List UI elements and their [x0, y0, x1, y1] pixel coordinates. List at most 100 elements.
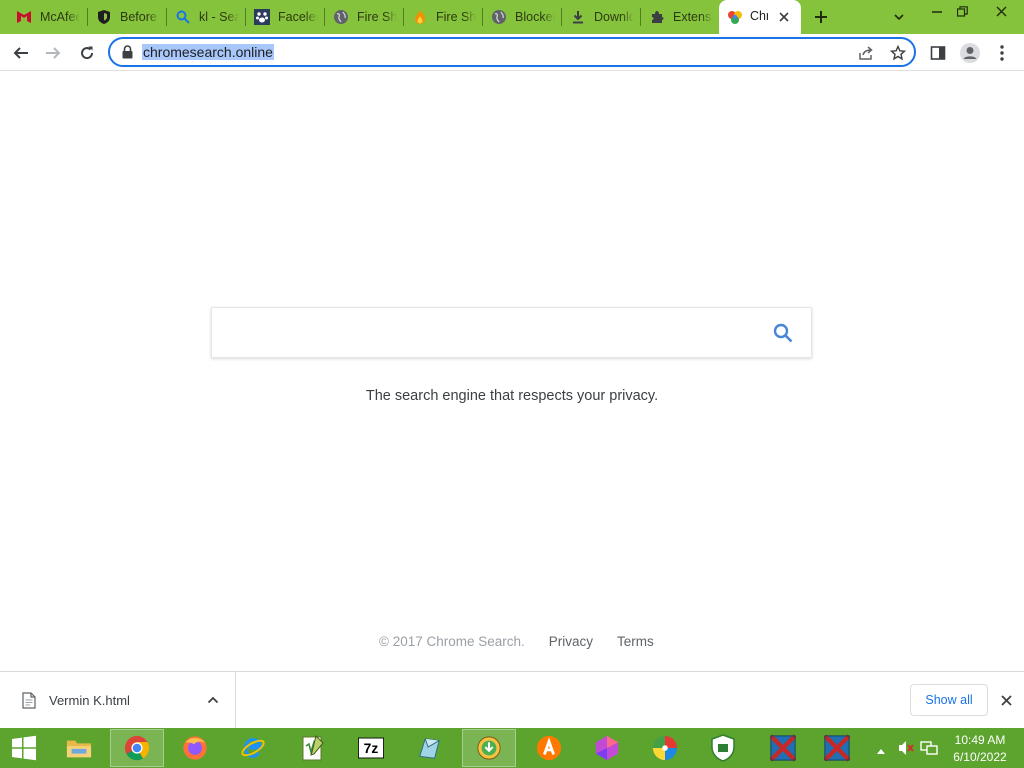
search-icon	[773, 323, 793, 343]
kebab-menu-icon	[1000, 45, 1004, 61]
side-panel-icon	[930, 46, 946, 60]
profile-button[interactable]	[955, 38, 985, 68]
tab-before[interactable]: Before	[88, 4, 166, 30]
taskbar-scratchpad[interactable]	[402, 729, 456, 767]
show-all-button[interactable]: Show all	[910, 684, 988, 716]
taskbar-firefox[interactable]	[168, 729, 222, 767]
download-shelf: Vermin K.html Show all	[0, 671, 1024, 729]
download-file-name: Vermin K.html	[49, 693, 130, 708]
address-bar[interactable]: chromesearch.online	[108, 37, 916, 67]
tab-title: McAfee	[40, 10, 80, 24]
taskbar-file-explorer[interactable]	[52, 729, 106, 767]
tagline: The search engine that respects your pri…	[365, 388, 659, 404]
back-button[interactable]	[6, 38, 36, 68]
plus-icon	[815, 11, 827, 23]
forward-button[interactable]	[38, 38, 68, 68]
download-manager-icon	[476, 735, 502, 761]
close-icon	[996, 6, 1006, 16]
cube-icon	[824, 734, 850, 762]
tab-title: Blocker	[515, 10, 555, 24]
tab-faceless[interactable]: Faceless	[246, 4, 324, 30]
taskbar-avast[interactable]	[522, 729, 576, 767]
tab-title: Chr	[750, 9, 768, 23]
url-text[interactable]: chromesearch.online	[142, 44, 274, 60]
tab-extensions[interactable]: Extensi	[641, 4, 719, 30]
tab-title: Before	[120, 10, 157, 24]
globe-icon	[491, 9, 507, 25]
share-icon	[859, 46, 873, 60]
tab-fire-shot-1[interactable]: Fire Sh	[325, 4, 403, 30]
cube-icon	[770, 734, 796, 762]
tab-title: Faceless	[278, 10, 318, 24]
firefox-icon	[182, 735, 208, 761]
taskbar-gem-app[interactable]	[580, 729, 634, 767]
taskbar-security-app[interactable]	[696, 729, 750, 767]
avast-icon	[536, 735, 562, 761]
clock-date[interactable]: 6/10/2022	[950, 750, 1010, 764]
menu-button[interactable]	[987, 38, 1017, 68]
search-icon	[175, 9, 191, 25]
chevron-down-icon	[894, 14, 904, 21]
bookmark-button[interactable]	[888, 43, 908, 63]
search-input[interactable]	[222, 316, 762, 350]
show-hidden-icons-button[interactable]	[876, 742, 886, 760]
scratchpad-icon	[416, 735, 442, 761]
tab-search-button[interactable]	[886, 6, 912, 28]
close-icon	[1000, 694, 1012, 706]
tab-close-icon[interactable]	[775, 8, 793, 26]
side-panel-button[interactable]	[923, 38, 953, 68]
pinwheel-icon	[652, 735, 678, 761]
close-window-button[interactable]	[978, 0, 1024, 22]
taskbar-7zip[interactable]: 7z	[344, 729, 398, 767]
taskbar-download-manager[interactable]	[462, 729, 516, 767]
privacy-link[interactable]: Privacy	[549, 634, 593, 649]
share-button[interactable]	[856, 43, 876, 63]
restore-button[interactable]	[947, 0, 977, 22]
internet-explorer-icon	[240, 735, 266, 761]
taskbar-notepad-plus[interactable]	[286, 729, 340, 767]
tab-blocker[interactable]: Blocker	[483, 4, 561, 30]
search-box	[211, 307, 812, 358]
tab-search[interactable]: kl - Sea	[167, 4, 245, 30]
download-item[interactable]: Vermin K.html	[0, 672, 236, 729]
security-shield-icon	[710, 734, 736, 762]
terms-link[interactable]: Terms	[617, 634, 654, 649]
chrome-icon	[124, 735, 150, 761]
network-icon[interactable]	[920, 740, 938, 761]
tab-fire-shot-2[interactable]: Fire Sh	[404, 4, 482, 30]
reload-button[interactable]	[72, 38, 102, 68]
restore-icon	[956, 5, 968, 17]
file-icon	[22, 692, 36, 714]
taskbar-chrome[interactable]	[110, 729, 164, 767]
tab-active[interactable]: Chr	[719, 0, 801, 34]
windows-icon	[12, 735, 36, 761]
search-button[interactable]	[770, 320, 796, 346]
new-tab-button[interactable]	[808, 6, 834, 28]
chevron-up-icon	[877, 749, 885, 754]
copyright-text: © 2017 Chrome Search.	[379, 634, 525, 649]
svg-text:7z: 7z	[364, 740, 379, 756]
tab-mcafee[interactable]: McAfee	[8, 4, 86, 30]
folder-icon	[66, 735, 92, 761]
download-options-button[interactable]	[205, 692, 221, 708]
taskbar-cube-app-2[interactable]	[810, 729, 864, 767]
clock-time[interactable]: 10:49 AM	[950, 733, 1010, 747]
download-icon	[570, 9, 586, 25]
tab-title: kl - Sea	[199, 10, 239, 24]
tab-title: Downlo	[594, 10, 634, 24]
footer: © 2017 Chrome Search. Privacy Terms	[379, 634, 654, 649]
fire-icon	[412, 9, 428, 25]
volume-muted-icon[interactable]	[898, 740, 914, 761]
taskbar-cube-app-1[interactable]	[756, 729, 810, 767]
taskbar-internet-explorer[interactable]	[226, 729, 280, 767]
start-button[interactable]	[0, 728, 48, 768]
shield-icon	[96, 9, 112, 25]
mcafee-icon	[16, 9, 32, 25]
chevron-up-icon	[207, 696, 219, 704]
tab-strip: McAfee Before kl - Sea Faceless Fire Sh …	[0, 0, 1024, 34]
reload-icon	[81, 46, 94, 60]
tab-downloads[interactable]: Downlo	[562, 4, 640, 30]
paw-icon	[254, 9, 270, 25]
close-shelf-button[interactable]	[996, 690, 1016, 710]
taskbar-pinwheel-app[interactable]	[638, 729, 692, 767]
